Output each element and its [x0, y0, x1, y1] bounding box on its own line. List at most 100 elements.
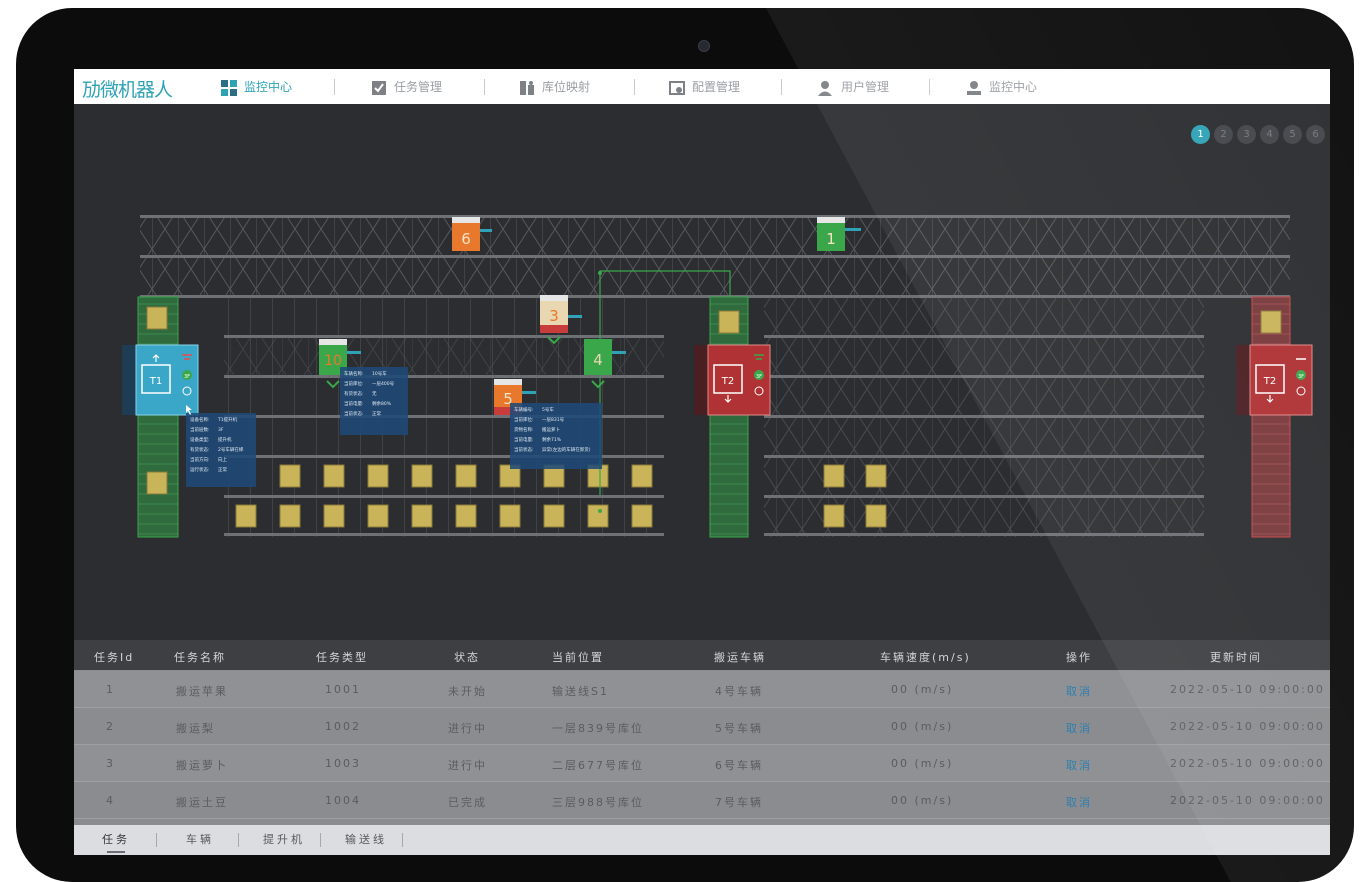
task-table: 任务Id 任务名称 任务类型 状态 当前位置 搬运车辆 车辆速度(m/s) 操作… — [74, 640, 1330, 826]
elevator-shaft-right — [1236, 296, 1291, 538]
column-header: 状态 — [454, 651, 480, 664]
table-row[interactable]: 3 搬运萝卜 1003 进行中 二层677号库位 6号车辆 00 (m/s) 取… — [74, 745, 1330, 782]
upper-rack — [140, 215, 1290, 298]
floor-badge: 3F — [1298, 374, 1304, 380]
popup-field-value: T1提升机 — [217, 416, 238, 423]
app-screen: 劢微机器人 监控中心 任务管理 库位映射 配置管理 用户管理 监控中心 1 2 … — [74, 69, 1330, 855]
middle-rack-right — [764, 297, 1204, 537]
popup-field-value: 剩余71% — [542, 436, 562, 443]
nav-divider — [484, 79, 485, 95]
popup-field-label: 当前电量: — [344, 400, 364, 407]
popup-field-value: 一层831号 — [542, 417, 565, 423]
cell-updated-time: 2022-05-10 09:00:00 — [1170, 683, 1325, 696]
config-icon — [669, 80, 685, 95]
table-row[interactable]: 4 搬运土豆 1004 已完成 三层988号库位 7号车辆 00 (m/s) 取… — [74, 782, 1330, 819]
cell-position: 三层988号库位 — [552, 796, 644, 809]
popup-field-label: 当前电量: — [514, 436, 534, 443]
cell-task-name: 搬运土豆 — [176, 796, 228, 809]
page-button-5[interactable]: 5 — [1283, 125, 1302, 144]
cell-updated-time: 2022-05-10 09:00:00 — [1170, 720, 1325, 733]
column-header: 任务类型 — [316, 651, 368, 664]
cancel-link[interactable]: 取消 — [1066, 683, 1092, 699]
elevator-t2-middle[interactable]: T2 3F — [707, 344, 771, 416]
popup-field-label: 当前库位: — [514, 416, 534, 423]
nav-storage-mapping[interactable]: 库位映射 — [519, 78, 590, 96]
page-button-6[interactable]: 6 — [1306, 125, 1325, 144]
page-button-2[interactable]: 2 — [1214, 125, 1233, 144]
popup-field-value: 2号车辆在梯 — [218, 446, 244, 453]
cargo-box — [499, 504, 521, 528]
cargo-box — [543, 504, 565, 528]
cell-status: 进行中 — [448, 722, 487, 735]
popup-field-value: 正常 — [372, 410, 381, 417]
nav-monitor-center-2[interactable]: 监控中心 — [966, 78, 1037, 96]
cell-speed: 00 (m/s) — [891, 794, 954, 807]
cancel-link[interactable]: 取消 — [1066, 757, 1092, 773]
elevator-t1[interactable]: T1 3F — [135, 344, 199, 416]
vehicle-10-info-popup: 车辆名称: 10号车当前库位: 一层400号有货状态: 无当前电量: 剩余80% 当前状态… — [340, 367, 408, 435]
cell-position: 一层839号库位 — [552, 722, 644, 735]
popup-field-label: 当前库位: — [344, 380, 364, 387]
vehicle-5-info-popup: 车辆编号: 5号车当前库位: 一层831号货物名称: 搬运萝卜当前电量: 剩余71% 当前… — [510, 403, 602, 469]
page-button-3[interactable]: 3 — [1237, 125, 1256, 144]
elevator-shaft-middle — [694, 296, 749, 538]
nav-divider — [781, 79, 782, 95]
cancel-link[interactable]: 取消 — [1066, 720, 1092, 736]
tab-vehicles[interactable]: 车辆 — [170, 825, 230, 855]
popup-field-label: 有货状态: — [190, 446, 210, 453]
popup-field-label: 当前方向: — [190, 456, 210, 463]
table-row[interactable]: 2 搬运梨 1002 进行中 一层839号库位 5号车辆 00 (m/s) 取消… — [74, 708, 1330, 745]
nav-label: 库位映射 — [542, 80, 591, 94]
cargo-box — [865, 504, 887, 528]
vehicle-id: 1 — [826, 230, 836, 248]
popup-field-label: 当前层数: — [190, 426, 210, 433]
tab-tasks[interactable]: 任务 — [88, 825, 144, 855]
popup-field-label: 车辆名称: — [344, 370, 364, 377]
warehouse-map: T1 3F T2 3F T2 3F 6 1 3 4 10 5 设备名称: T1提… — [122, 215, 1313, 538]
nav-label: 监控中心 — [989, 80, 1038, 94]
cargo-box — [823, 464, 845, 488]
nav-monitor-center[interactable]: 监控中心 — [221, 78, 292, 96]
cell-status: 已完成 — [448, 796, 487, 809]
nav-divider — [334, 79, 335, 95]
cell-task-id: 3 — [106, 757, 115, 770]
column-header: 任务Id — [94, 651, 135, 664]
cell-vehicle: 6号车辆 — [715, 759, 763, 772]
nav-user-management[interactable]: 用户管理 — [818, 78, 889, 96]
storage-map-icon — [520, 80, 534, 95]
tab-divider — [156, 833, 157, 847]
tab-conveyors[interactable]: 输送线 — [332, 825, 400, 855]
table-row[interactable]: 1 搬运苹果 1001 未开始 输送线S1 4号车辆 00 (m/s) 取消 2… — [74, 671, 1330, 708]
nav-task-management[interactable]: 任务管理 — [371, 78, 442, 96]
cell-status: 进行中 — [448, 759, 487, 772]
column-header: 当前位置 — [552, 651, 604, 664]
page-button-4[interactable]: 4 — [1260, 125, 1279, 144]
popup-field-label: 当前状态: — [514, 446, 534, 453]
cargo-box — [631, 504, 653, 528]
elevator-t2-right[interactable]: T2 3F — [1249, 344, 1313, 416]
cell-task-id: 1 — [106, 683, 115, 696]
monitor-person-icon — [967, 80, 981, 95]
floor-badge: 3F — [756, 374, 762, 380]
cargo-box — [279, 464, 301, 488]
cell-task-name: 搬运梨 — [176, 722, 215, 735]
column-header: 更新时间 — [1210, 651, 1262, 664]
popup-field-label: 设备名称: — [190, 416, 210, 423]
tab-elevators[interactable]: 提升机 — [250, 825, 318, 855]
popup-field-value: 剩余80% — [372, 400, 392, 407]
column-header: 操作 — [1066, 651, 1092, 664]
cancel-link[interactable]: 取消 — [1066, 794, 1092, 810]
nav-config-management[interactable]: 配置管理 — [669, 78, 740, 96]
popup-field-value: 无 — [372, 391, 377, 397]
bottom-tab-bar: 任务 车辆 提升机 输送线 — [74, 825, 1330, 855]
cargo-box — [411, 504, 433, 528]
nav-label: 用户管理 — [841, 80, 890, 94]
page-button-1[interactable]: 1 — [1191, 125, 1210, 144]
cargo-box — [323, 464, 345, 488]
cell-task-type: 1001 — [325, 683, 361, 696]
cargo-box — [367, 464, 389, 488]
cell-speed: 00 (m/s) — [891, 720, 954, 733]
popup-field-value: 10号车 — [372, 370, 387, 377]
nav-divider — [634, 79, 635, 95]
monitor-icon — [221, 79, 237, 96]
